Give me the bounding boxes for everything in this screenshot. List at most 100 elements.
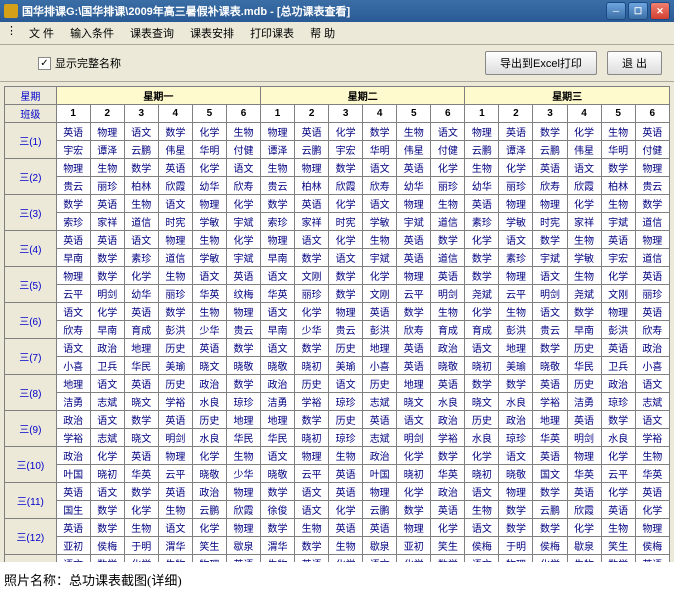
cell-subject: 政治 [431,483,465,501]
show-fullname-wrap[interactable]: ✓ 显示完整名称 [38,55,121,71]
toolbar: ✓ 显示完整名称 导出到Excel打印 退 出 [0,45,674,82]
cell-teacher: 笑生 [601,537,635,555]
cell-teacher: 歇泉 [363,537,397,555]
class-label[interactable]: 三(9) [5,411,57,447]
cell-teacher: 时宪 [329,213,363,231]
cell-subject: 生物 [499,303,533,321]
day-header: 星期一 [56,87,260,105]
cell-teacher: 欣霞 [329,177,363,195]
class-label[interactable]: 三(10) [5,447,57,483]
cell-teacher: 宇斌 [363,249,397,267]
cell-teacher: 云平 [295,465,329,483]
cell-teacher: 琼珍 [329,393,363,411]
class-label[interactable]: 三(7) [5,339,57,375]
menu-print[interactable]: 打印课表 [246,24,298,42]
exit-button[interactable]: 退 出 [607,51,662,75]
menu-file[interactable]: 文 件 [25,24,58,42]
checkbox-icon[interactable]: ✓ [38,57,51,70]
cell-teacher: 英语 [431,501,465,519]
cell-subject: 语文 [124,123,158,141]
cell-subject: 英语 [124,447,158,465]
cell-subject: 历史 [192,411,226,429]
cell-subject: 生物 [261,159,295,177]
close-button[interactable]: ✕ [650,2,670,20]
cell-subject: 语文 [295,231,329,249]
period-header: 5 [601,105,635,123]
cell-subject: 物理 [567,447,601,465]
cell-teacher: 宇斌 [601,213,635,231]
cell-subject: 数学 [124,483,158,501]
class-label[interactable]: 三(2) [5,159,57,195]
cell-subject: 化学 [431,519,465,537]
minimize-button[interactable]: ─ [606,2,626,20]
cell-teacher: 欣寿 [635,321,669,339]
day-header: 星期三 [465,87,670,105]
maximize-button[interactable]: ☐ [628,2,648,20]
cell-teacher: 华民 [226,429,260,447]
cell-subject: 英语 [635,267,669,285]
class-label[interactable]: 三(11) [5,483,57,519]
cell-subject: 数学 [329,267,363,285]
cell-teacher: 柏林 [124,177,158,195]
cell-teacher: 欣霞 [158,177,192,195]
cell-teacher: 晓文 [124,429,158,447]
period-header: 2 [499,105,533,123]
cell-teacher: 生物 [465,501,499,519]
cell-teacher: 徐俊 [261,501,295,519]
cell-teacher: 伟星 [158,141,192,159]
menu-query[interactable]: 课表查询 [126,24,178,42]
cell-teacher: 明剑 [90,285,124,303]
cell-subject: 语文 [363,195,397,213]
class-label[interactable]: 三(8) [5,375,57,411]
export-excel-button[interactable]: 导出到Excel打印 [485,51,597,75]
cell-subject: 生物 [158,267,192,285]
class-label[interactable]: 三(4) [5,231,57,267]
cell-subject: 英语 [56,483,90,501]
cell-teacher: 宇宏 [329,141,363,159]
cell-subject: 英语 [465,195,499,213]
cell-teacher: 育成 [465,321,499,339]
cell-subject: 历史 [158,375,192,393]
class-label[interactable]: 三(12) [5,519,57,555]
cell-subject: 英语 [397,339,431,357]
cell-subject: 物理 [90,123,124,141]
cell-teacher: 志斌 [90,429,124,447]
cell-subject: 物理 [635,519,669,537]
cell-teacher: 欣寿 [56,321,90,339]
cell-subject: 化学 [431,159,465,177]
cell-subject: 英语 [363,303,397,321]
class-label[interactable]: 三(3) [5,195,57,231]
class-label[interactable]: 三(5) [5,267,57,303]
cell-subject: 化学 [567,123,601,141]
period-header: 2 [90,105,124,123]
class-label[interactable]: 三(6) [5,303,57,339]
cell-teacher: 道信 [635,213,669,231]
period-header: 3 [533,105,567,123]
cell-subject: 数学 [90,519,124,537]
cell-subject: 生物 [329,447,363,465]
cell-subject: 化学 [226,231,260,249]
cell-teacher: 欣寿 [226,177,260,195]
cell-teacher: 志斌 [363,429,397,447]
class-label[interactable]: 三(1) [5,123,57,159]
cell-subject: 数学 [158,123,192,141]
cell-teacher: 数学 [397,501,431,519]
menu-input[interactable]: 输入条件 [66,24,118,42]
cell-teacher: 数学 [465,249,499,267]
menu-arrange[interactable]: 课表安排 [186,24,238,42]
cell-subject: 政治 [56,447,90,465]
cell-subject: 物理 [499,267,533,285]
cell-teacher: 华英 [261,285,295,303]
cell-teacher: 学裕 [533,393,567,411]
cell-teacher: 学敏 [567,249,601,267]
cell-subject: 物理 [192,195,226,213]
cell-teacher: 华明 [192,141,226,159]
cell-teacher: 道信 [158,249,192,267]
cell-subject: 英语 [158,411,192,429]
cell-subject: 英语 [192,339,226,357]
app-icon [4,4,18,18]
cell-subject: 政治 [363,447,397,465]
menu-help[interactable]: 帮 助 [306,24,339,42]
period-header: 5 [192,105,226,123]
cell-teacher: 洁勇 [567,393,601,411]
